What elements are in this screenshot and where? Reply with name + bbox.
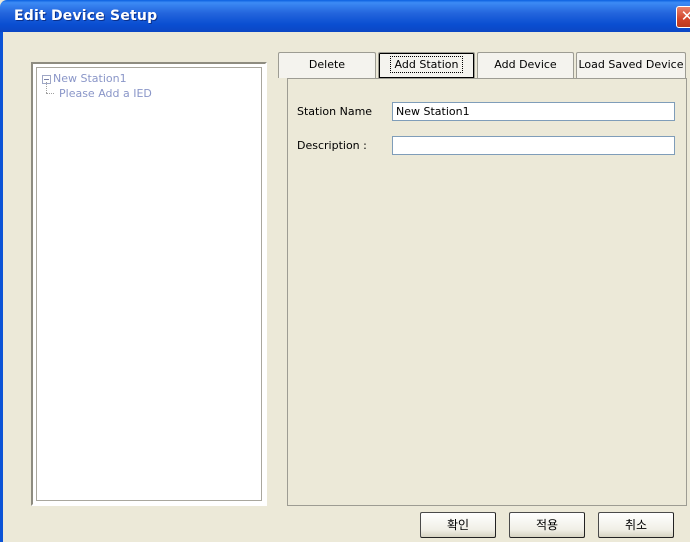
ok-button[interactable]: 확인 bbox=[420, 512, 496, 538]
description-input[interactable] bbox=[392, 136, 675, 155]
apply-button[interactable]: 적용 bbox=[509, 512, 585, 538]
tab-load-saved-device[interactable]: Load Saved Device bbox=[576, 52, 686, 78]
title-bar[interactable]: Edit Device Setup ✕ bbox=[0, 0, 690, 32]
station-name-label: Station Name bbox=[297, 105, 373, 118]
station-settings-panel: Station Name New Station1 Description : bbox=[287, 78, 687, 506]
tree-connector-vertical bbox=[46, 82, 47, 93]
window-frame-left bbox=[0, 32, 3, 542]
tab-delete[interactable]: Delete bbox=[278, 52, 376, 78]
tree-node-ied-placeholder[interactable]: Please Add a IED bbox=[59, 87, 152, 100]
cancel-button[interactable]: 취소 bbox=[598, 512, 674, 538]
tree-node-station-label[interactable]: New Station1 bbox=[53, 72, 127, 85]
description-label: Description : bbox=[297, 139, 367, 152]
tab-add-device[interactable]: Add Device bbox=[477, 52, 574, 78]
close-icon[interactable]: ✕ bbox=[676, 6, 690, 28]
window-title: Edit Device Setup bbox=[14, 8, 158, 24]
station-name-input[interactable]: New Station1 bbox=[392, 102, 675, 121]
tree-node-station[interactable]: New Station1 bbox=[42, 72, 127, 85]
tree-view[interactable]: New Station1 Please Add a IED bbox=[36, 67, 262, 501]
tab-add-station-label: Add Station bbox=[389, 56, 464, 73]
tree-connector-horizontal bbox=[46, 93, 54, 94]
tab-add-station[interactable]: Add Station bbox=[378, 52, 475, 78]
edit-device-setup-window: Edit Device Setup ✕ New Station1 Please … bbox=[0, 0, 690, 542]
station-tree-panel[interactable]: New Station1 Please Add a IED bbox=[31, 62, 267, 506]
